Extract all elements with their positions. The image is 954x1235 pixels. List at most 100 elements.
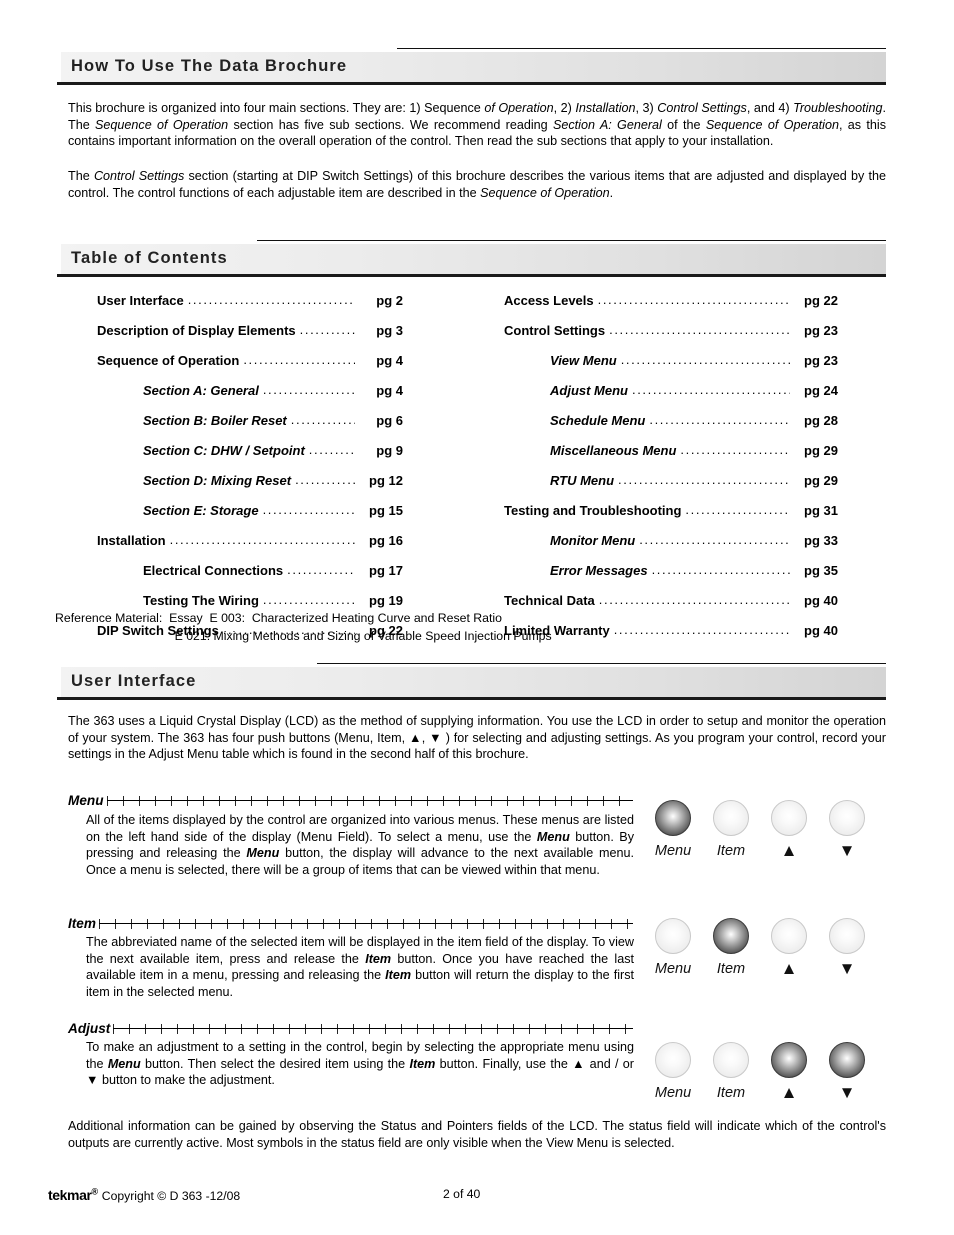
push-button-up[interactable]: ▲ bbox=[760, 918, 818, 978]
document-page: How To Use The Data Brochure This brochu… bbox=[0, 0, 954, 1235]
toc-entry[interactable]: User Interface..........................… bbox=[97, 292, 403, 323]
toc-entry-label: Section E: Storage bbox=[143, 503, 259, 518]
push-button-label: Item bbox=[716, 961, 746, 977]
toc-leader-dots: ........................................… bbox=[649, 412, 790, 427]
push-button-down[interactable]: ▼ bbox=[818, 800, 876, 860]
push-button-circle[interactable] bbox=[655, 918, 691, 954]
toc-entry-page: pg 31 bbox=[804, 503, 838, 518]
section-title: How To Use The Data Brochure bbox=[71, 57, 348, 75]
reference-material-line-1: Reference Material: Essay E 003: Charact… bbox=[55, 611, 503, 625]
toc-entry[interactable]: Schedule Menu...........................… bbox=[504, 412, 838, 443]
page-footer: tekmar® Copyright © D 363 -12/08 2 of 40 bbox=[48, 1186, 908, 1203]
push-button-circle[interactable] bbox=[655, 1042, 691, 1078]
toc-entry[interactable]: Access Levels...........................… bbox=[504, 292, 838, 323]
toc-entry-page: pg 40 bbox=[804, 593, 838, 608]
toc-entry[interactable]: Limited Warranty........................… bbox=[504, 622, 838, 653]
toc-entry-label: Monitor Menu bbox=[550, 533, 636, 548]
toc-entry[interactable]: Error Messages..........................… bbox=[504, 562, 838, 593]
push-button-menu[interactable]: Menu bbox=[644, 800, 702, 860]
toc-leader-dots: ........................................… bbox=[598, 592, 790, 607]
toc-entry[interactable]: Technical Data..........................… bbox=[504, 592, 838, 623]
push-button-item[interactable]: Item bbox=[702, 1042, 760, 1102]
subsection-rule bbox=[106, 795, 633, 806]
toc-entry-page: pg 23 bbox=[804, 323, 838, 338]
toc-leader-dots: ........................................… bbox=[299, 322, 355, 337]
arrow-down-icon: ▼ bbox=[838, 1083, 856, 1102]
toc-entry[interactable]: Electrical Connections..................… bbox=[97, 562, 403, 593]
toc-entry-label: Control Settings bbox=[504, 323, 606, 338]
toc-entry[interactable]: Adjust Menu.............................… bbox=[504, 382, 838, 413]
push-button-circle[interactable] bbox=[713, 918, 749, 954]
toc-entry[interactable]: Testing and Troubleshooting.............… bbox=[504, 502, 838, 533]
push-button-up[interactable]: ▲ bbox=[760, 800, 818, 860]
toc-leader-dots: ........................................… bbox=[243, 352, 355, 367]
toc-entry-label: Section D: Mixing Reset bbox=[143, 473, 292, 488]
section-title: User Interface bbox=[71, 672, 197, 690]
toc-entry[interactable]: RTU Menu................................… bbox=[504, 472, 838, 503]
push-button-label: Menu bbox=[654, 843, 692, 859]
toc-entry-page: pg 2 bbox=[376, 293, 403, 308]
how-to-use-paragraph-1: This brochure is organized into four mai… bbox=[68, 101, 887, 149]
toc-entry-page: pg 22 bbox=[804, 293, 838, 308]
toc-entry[interactable]: View Menu...............................… bbox=[504, 352, 838, 383]
toc-entry-page: pg 4 bbox=[376, 383, 403, 398]
subsection-header-adjust: Adjust bbox=[68, 1021, 633, 1036]
toc-leader-dots: ........................................… bbox=[262, 502, 355, 517]
subsection-rule bbox=[113, 1023, 633, 1034]
toc-entry[interactable]: Miscellaneous Menu......................… bbox=[504, 442, 838, 473]
toc-leader-dots: ........................................… bbox=[613, 622, 790, 637]
toc-entry-page: pg 29 bbox=[804, 473, 838, 488]
push-button-item[interactable]: Item bbox=[702, 918, 760, 978]
toc-leader-dots: ........................................… bbox=[187, 292, 355, 307]
arrow-down-icon: ▼ bbox=[838, 841, 856, 860]
toc-entry[interactable]: Sequence of Operation...................… bbox=[97, 352, 403, 383]
push-button-menu[interactable]: Menu bbox=[644, 918, 702, 978]
push-button-down[interactable]: ▼ bbox=[818, 918, 876, 978]
push-button-circle[interactable] bbox=[771, 918, 807, 954]
toc-entry-label: Section B: Boiler Reset bbox=[143, 413, 287, 428]
push-button-circle[interactable] bbox=[829, 800, 865, 836]
toc-entry-page: pg 35 bbox=[804, 563, 838, 578]
push-button-label: Item bbox=[716, 1085, 746, 1101]
toc-entry[interactable]: Monitor Menu............................… bbox=[504, 532, 838, 563]
toc-entry-page: pg 16 bbox=[369, 533, 403, 548]
button-cluster-menu: Menu Item ▲ ▼ bbox=[644, 800, 876, 860]
arrow-up-icon: ▲ bbox=[780, 959, 798, 978]
toc-entry[interactable]: Section B: Boiler Reset.................… bbox=[97, 412, 403, 443]
toc-entry-label: Sequence of Operation bbox=[97, 353, 240, 368]
push-button-circle[interactable] bbox=[771, 800, 807, 836]
toc-entry[interactable]: Description of Display Elements.........… bbox=[97, 322, 403, 353]
subsection-header-item: Item bbox=[68, 916, 634, 931]
toc-entry[interactable]: Control Settings........................… bbox=[504, 322, 838, 353]
toc-left-column: User Interface..........................… bbox=[97, 292, 403, 653]
button-cluster-item: Menu Item ▲ ▼ bbox=[644, 918, 876, 978]
toc-entry-label: Installation bbox=[97, 533, 166, 548]
push-button-up[interactable]: ▲ bbox=[760, 1042, 818, 1102]
push-button-label: Item bbox=[716, 843, 746, 859]
push-button-item[interactable]: Item bbox=[702, 800, 760, 860]
toc-entry[interactable]: Section C: DHW / Setpoint...............… bbox=[97, 442, 403, 473]
push-button-menu[interactable]: Menu bbox=[644, 1042, 702, 1102]
toc-entry[interactable]: Section D: Mixing Reset.................… bbox=[97, 472, 403, 503]
push-button-circle[interactable] bbox=[655, 800, 691, 836]
push-button-down[interactable]: ▼ bbox=[818, 1042, 876, 1102]
subsection-name: Item bbox=[68, 916, 96, 931]
toc-leader-dots: ........................................… bbox=[685, 502, 790, 517]
push-button-circle[interactable] bbox=[713, 800, 749, 836]
how-to-use-paragraph-2: The Control Settings section (starting a… bbox=[68, 169, 887, 200]
push-button-circle[interactable] bbox=[771, 1042, 807, 1078]
toc-entry-label: Electrical Connections bbox=[143, 563, 284, 578]
subsection-body-item: The abbreviated name of the selected ite… bbox=[86, 935, 634, 999]
push-button-circle[interactable] bbox=[829, 918, 865, 954]
toc-entry[interactable]: Installation............................… bbox=[97, 532, 403, 563]
toc-entry[interactable]: Section E: Storage......................… bbox=[97, 502, 403, 533]
toc-entry-page: pg 24 bbox=[804, 383, 838, 398]
header-topline bbox=[257, 240, 886, 241]
toc-entry[interactable]: Section A: General......................… bbox=[97, 382, 403, 413]
toc-leader-dots: ........................................… bbox=[290, 412, 355, 427]
subsection-header-menu: Menu bbox=[68, 793, 633, 808]
push-button-circle[interactable] bbox=[713, 1042, 749, 1078]
tekmar-logo: tekmar® bbox=[48, 1186, 98, 1203]
toc-entry-label: View Menu bbox=[550, 353, 617, 368]
push-button-circle[interactable] bbox=[829, 1042, 865, 1078]
